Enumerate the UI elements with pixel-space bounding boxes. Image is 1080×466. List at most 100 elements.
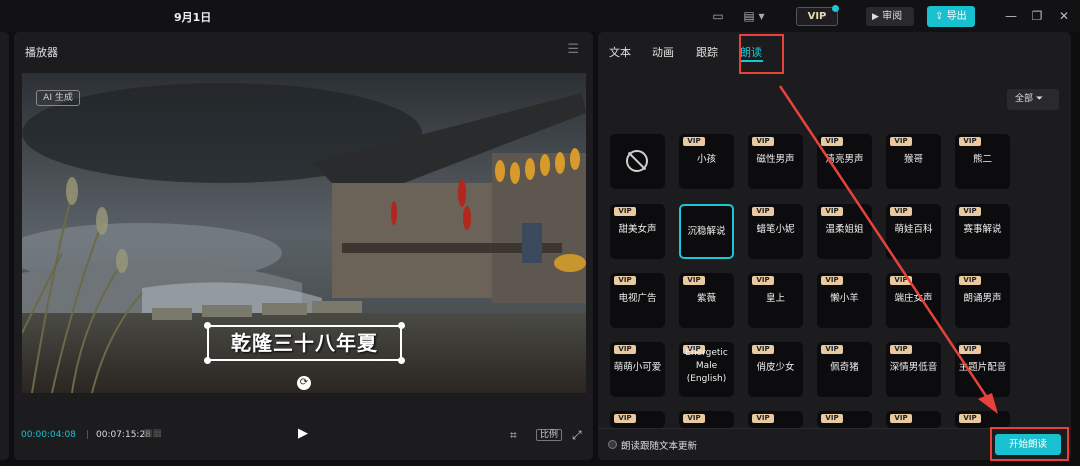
voice-label: Energetic Male (English) bbox=[685, 348, 728, 384]
vip-tag: VIP bbox=[890, 345, 912, 354]
voice-card[interactable]: VIP 端庄女声 bbox=[886, 273, 941, 328]
voice-card[interactable]: VIP 朗诵男声 bbox=[955, 273, 1010, 328]
annotation-highlight-box bbox=[739, 34, 784, 74]
tab-animation[interactable]: 动画 bbox=[652, 44, 674, 60]
voice-card-partial[interactable]: VIP bbox=[886, 411, 941, 428]
vip-tag: VIP bbox=[821, 345, 843, 354]
upload-icon: ⇪ bbox=[935, 11, 944, 22]
voice-card[interactable]: VIP 佩奇猪 bbox=[817, 342, 872, 397]
video-preview[interactable]: AI 生成 乾隆三十八年夏 ⟳ bbox=[22, 73, 586, 393]
voice-label: 皇上 bbox=[765, 293, 785, 304]
voice-label: 温柔姐姐 bbox=[825, 224, 864, 235]
vip-tag: VIP bbox=[959, 414, 981, 423]
close-icon[interactable]: ✕ bbox=[1057, 8, 1071, 24]
caption-selection-box[interactable]: 乾隆三十八年夏 bbox=[204, 322, 405, 364]
vip-tag: VIP bbox=[821, 207, 843, 216]
tab-text[interactable]: 文本 bbox=[609, 44, 631, 60]
voice-card-partial[interactable]: VIP bbox=[817, 411, 872, 428]
resize-handle[interactable] bbox=[398, 357, 405, 364]
voice-card[interactable]: VIP 猴哥 bbox=[886, 134, 941, 189]
voice-card-partial[interactable]: VIP bbox=[748, 411, 803, 428]
vip-tag: VIP bbox=[683, 414, 705, 423]
annotation-highlight-box bbox=[990, 427, 1069, 461]
review-button[interactable]: ▶ 审阅 bbox=[866, 7, 914, 26]
vip-tag: VIP bbox=[752, 345, 774, 354]
menu-icon[interactable]: ☰ bbox=[567, 42, 579, 57]
voice-card[interactable]: 沉稳解说 bbox=[679, 204, 734, 259]
fit-screen-icon[interactable]: ⌗ bbox=[510, 427, 517, 443]
voice-card[interactable]: VIP 俏皮少女 bbox=[748, 342, 803, 397]
voice-label: 熊二 bbox=[972, 154, 992, 165]
voice-label: 懒小羊 bbox=[830, 293, 859, 304]
follow-text-checkbox[interactable] bbox=[608, 440, 617, 449]
subtitle-icon[interactable]: ▭ bbox=[709, 8, 727, 24]
fullscreen-icon[interactable]: ⤢ bbox=[572, 427, 582, 443]
voice-card[interactable]: VIP 磁性男声 bbox=[748, 134, 803, 189]
voice-label: 清亮男声 bbox=[825, 154, 864, 165]
layout-icon[interactable]: ▤ ▾ bbox=[740, 8, 768, 24]
voice-card[interactable]: VIP 赛事解说 bbox=[955, 204, 1010, 259]
voice-card[interactable]: VIP 温柔姐姐 bbox=[817, 204, 872, 259]
review-icon: ▶ bbox=[872, 12, 879, 22]
timeline-grid-icon[interactable]: ▦▦ bbox=[143, 428, 163, 442]
follow-text-label: 朗读跟随文本更新 bbox=[621, 441, 698, 452]
vip-tag: VIP bbox=[959, 207, 981, 216]
left-panel-edge bbox=[0, 32, 9, 460]
voice-card-partial[interactable]: VIP bbox=[610, 411, 665, 428]
voice-label: 小孩 bbox=[696, 154, 716, 165]
voice-card[interactable]: VIP 皇上 bbox=[748, 273, 803, 328]
voice-card[interactable]: VIP 萌娃百科 bbox=[886, 204, 941, 259]
restore-icon[interactable]: ❐ bbox=[1030, 8, 1044, 24]
voice-card-partial[interactable]: VIP bbox=[679, 411, 734, 428]
ai-generated-tag: AI 生成 bbox=[36, 90, 80, 106]
voice-card[interactable]: VIP 萌萌小可爱 bbox=[610, 342, 665, 397]
voice-label: 俏皮少女 bbox=[756, 362, 795, 373]
voice-label: 端庄女声 bbox=[894, 293, 933, 304]
voice-label: 磁性男声 bbox=[756, 154, 795, 165]
player-panel: 播放器 ☰ AI 生成 乾隆三十八年夏 ⟳ 00:00:04:08 | 00:0… bbox=[14, 32, 593, 460]
vip-tag: VIP bbox=[890, 276, 912, 285]
vip-tag: VIP bbox=[959, 276, 981, 285]
time-separator: | bbox=[86, 430, 90, 440]
play-button[interactable]: ▶ bbox=[298, 426, 308, 441]
caption-text[interactable]: 乾隆三十八年夏 bbox=[209, 327, 400, 359]
vip-tag: VIP bbox=[890, 137, 912, 146]
vip-tag: VIP bbox=[959, 137, 981, 146]
tab-tracking[interactable]: 跟踪 bbox=[696, 44, 718, 60]
voice-card[interactable]: VIP 小孩 bbox=[679, 134, 734, 189]
filter-button[interactable]: 全部 ⏷ bbox=[1007, 89, 1059, 110]
voice-card[interactable]: VIP 清亮男声 bbox=[817, 134, 872, 189]
vip-tag: VIP bbox=[752, 137, 774, 146]
voice-label: 深情男低音 bbox=[889, 362, 938, 373]
notification-dot bbox=[832, 5, 839, 12]
title-bar: 9月1日 ▭ ▤ ▾ VIP ▶ 审阅 ⇪ 导出 — ❐ ✕ bbox=[0, 0, 1080, 32]
voice-card[interactable]: VIP 主题片配音 bbox=[955, 342, 1010, 397]
voice-card[interactable]: VIP 甜美女声 bbox=[610, 204, 665, 259]
voice-label: 沉稳解说 bbox=[687, 226, 726, 237]
voice-card[interactable]: VIP 懒小羊 bbox=[817, 273, 872, 328]
ratio-label: 比例 bbox=[536, 429, 563, 441]
vip-tag: VIP bbox=[614, 207, 636, 216]
voice-card[interactable]: VIP Energetic Male (English) bbox=[679, 342, 734, 397]
voice-label: 萌萌小可爱 bbox=[613, 362, 662, 373]
voice-label: 甜美女声 bbox=[618, 224, 657, 235]
voice-card[interactable]: VIP 熊二 bbox=[955, 134, 1010, 189]
resize-handle[interactable] bbox=[204, 322, 211, 329]
voice-card[interactable]: VIP 电视广告 bbox=[610, 273, 665, 328]
resize-handle[interactable] bbox=[204, 357, 211, 364]
vip-tag: VIP bbox=[683, 137, 705, 146]
export-button[interactable]: ⇪ 导出 bbox=[927, 6, 975, 27]
voice-none-card[interactable] bbox=[610, 134, 665, 189]
vip-tag: VIP bbox=[614, 345, 636, 354]
voice-card[interactable]: VIP 紫薇 bbox=[679, 273, 734, 328]
voice-label: 佩奇猪 bbox=[830, 362, 859, 373]
ratio-button[interactable]: 比例 bbox=[536, 427, 563, 443]
minimize-icon[interactable]: — bbox=[1004, 8, 1018, 24]
filter-label: 全部 bbox=[1015, 94, 1034, 104]
rotate-icon[interactable]: ⟳ bbox=[297, 376, 311, 390]
voice-card[interactable]: VIP 蜡笔小妮 bbox=[748, 204, 803, 259]
resize-handle[interactable] bbox=[398, 322, 405, 329]
voice-card[interactable]: VIP 深情男低音 bbox=[886, 342, 941, 397]
voice-label: 电视广告 bbox=[618, 293, 657, 304]
voice-card-partial[interactable]: VIP bbox=[955, 411, 1010, 428]
